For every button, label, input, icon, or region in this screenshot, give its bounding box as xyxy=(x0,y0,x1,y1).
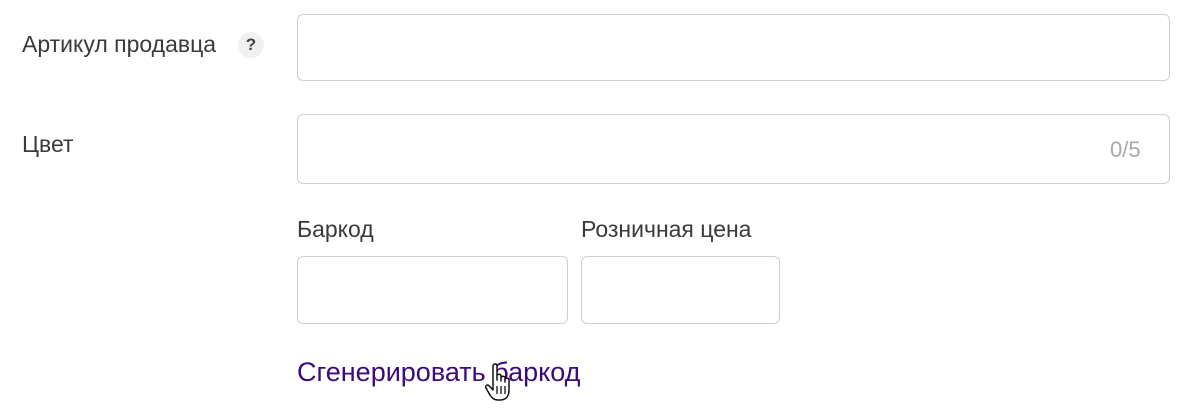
retail-price-label: Розничная цена xyxy=(581,216,752,242)
color-label: Цвет xyxy=(22,131,74,157)
color-input[interactable] xyxy=(297,114,1170,184)
article-input[interactable] xyxy=(297,14,1170,81)
generate-barcode-link[interactable]: Сгенерировать баркод xyxy=(297,357,580,388)
barcode-label: Баркод xyxy=(297,216,374,242)
barcode-input[interactable] xyxy=(297,256,568,324)
article-label: Артикул продавца xyxy=(22,31,217,57)
question-mark-icon[interactable]: ? xyxy=(238,32,264,58)
hand-pointer-cursor-icon xyxy=(484,363,510,401)
retail-price-input[interactable] xyxy=(581,256,780,324)
color-char-counter: 0/5 xyxy=(1110,137,1141,162)
